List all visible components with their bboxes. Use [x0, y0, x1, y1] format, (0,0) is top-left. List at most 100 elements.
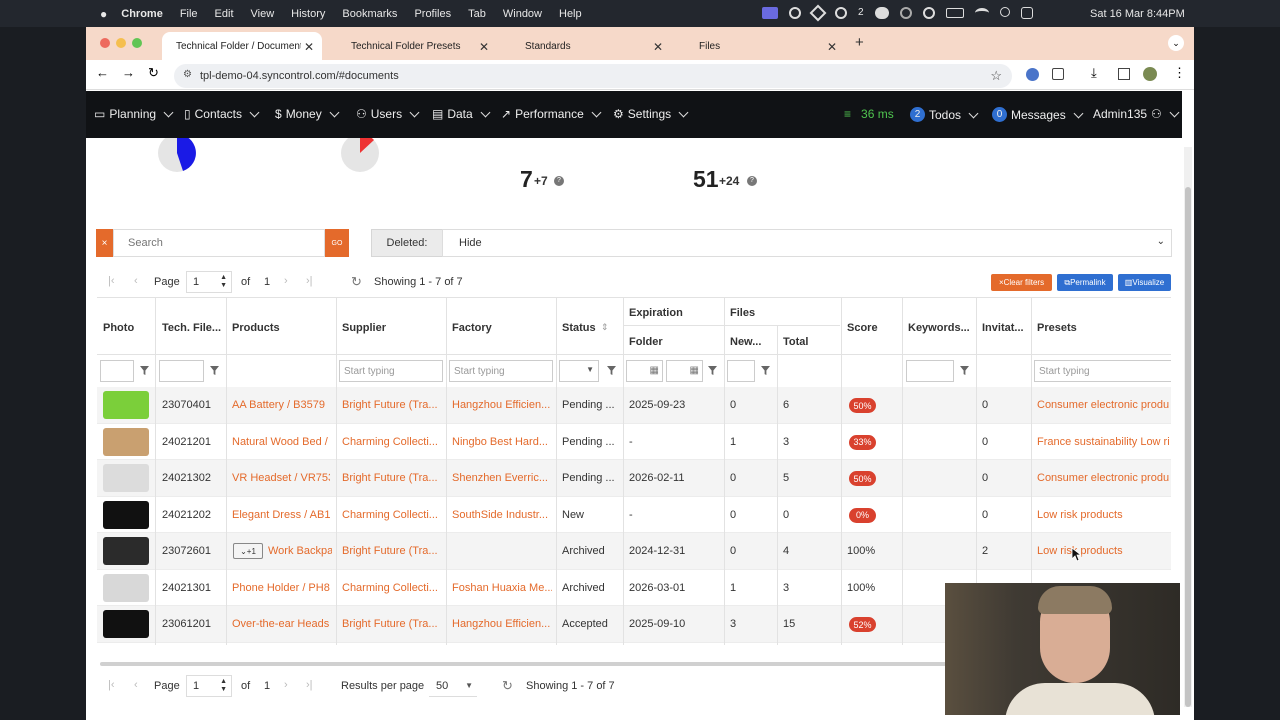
- cell-supplier[interactable]: Charming Collecti...: [342, 582, 442, 594]
- cell-factory[interactable]: Foshan Huaxia Me...: [452, 582, 552, 594]
- nav-users[interactable]: ⚇ Users: [356, 107, 420, 121]
- cell-supplier[interactable]: Charming Collecti...: [342, 436, 442, 448]
- last-page-icon[interactable]: ›|: [306, 275, 313, 287]
- filter-tech-file[interactable]: [159, 360, 204, 382]
- menu-edit[interactable]: Edit: [215, 8, 234, 20]
- filter-icon[interactable]: [960, 366, 969, 375]
- backpack-icon[interactable]: [103, 537, 149, 565]
- screen-icon[interactable]: [762, 7, 778, 19]
- cell-product[interactable]: Over-the-ear Heads: [232, 618, 330, 630]
- tab-standards[interactable]: Standards ✕: [511, 32, 671, 60]
- search-input[interactable]: [113, 229, 325, 257]
- first-page-icon[interactable]: |‹: [108, 275, 115, 287]
- badge-app-icon[interactable]: 2: [858, 7, 864, 19]
- cell-supplier[interactable]: Bright Future (Tra...: [342, 618, 442, 630]
- filter-folder-to[interactable]: ▦: [666, 360, 703, 382]
- cell-product[interactable]: Phone Holder / PH8(: [232, 582, 330, 594]
- bed-icon[interactable]: [103, 427, 149, 456]
- filter-keywords[interactable]: [906, 360, 954, 382]
- results-per-page-select[interactable]: 50 ▼: [429, 675, 477, 697]
- cell-preset[interactable]: Low risk products: [1037, 509, 1171, 521]
- deleted-select[interactable]: Hide ⌄: [442, 229, 1172, 257]
- dropbox-icon[interactable]: [809, 4, 827, 22]
- wifi-icon[interactable]: [974, 8, 989, 18]
- cell-preset[interactable]: France sustainability Low ri: [1037, 436, 1171, 448]
- filter-icon[interactable]: [607, 366, 616, 375]
- table-row[interactable]: 23072601 ⌄ +1 Work Backpa Bright Future (Tr…: [97, 533, 1171, 570]
- first-page-icon[interactable]: |‹: [108, 679, 115, 691]
- window-close-button[interactable]: [100, 38, 110, 48]
- vertical-scrollbar[interactable]: [1184, 147, 1192, 707]
- reload-icon[interactable]: ↻: [148, 65, 159, 81]
- window-minimize-button[interactable]: [116, 38, 126, 48]
- tab-technical-folder-presets[interactable]: Technical Folder Presets ✕: [337, 32, 497, 60]
- nav-user-menu[interactable]: Admin135 ⚇: [1093, 107, 1180, 121]
- sort-icon[interactable]: ⇕: [601, 322, 609, 333]
- side-panel-icon[interactable]: [1118, 68, 1130, 80]
- col-header-presets[interactable]: Presets: [1037, 322, 1077, 334]
- cell-factory[interactable]: Shenzhen Everric...: [452, 472, 552, 484]
- profile-avatar[interactable]: [1143, 67, 1157, 81]
- back-icon[interactable]: ←: [96, 65, 109, 80]
- col-header-invitations[interactable]: Invitat...: [982, 322, 1024, 334]
- bookmark-star-icon[interactable]: ☆: [990, 68, 1002, 84]
- filter-new[interactable]: [727, 360, 755, 382]
- cell-factory[interactable]: Hangzhou Efficien...: [452, 399, 552, 411]
- nav-todos[interactable]: 2 Todos: [910, 107, 979, 122]
- filter-icon[interactable]: [210, 366, 219, 375]
- wechat-icon[interactable]: [874, 7, 889, 19]
- calendar-icon[interactable]: ▦: [650, 365, 659, 376]
- refresh-icon[interactable]: ↻: [502, 678, 513, 694]
- nav-performance[interactable]: ↗ Performance: [501, 107, 602, 121]
- menu-window[interactable]: Window: [503, 8, 542, 20]
- sync-icon[interactable]: [835, 7, 847, 19]
- time-machine-icon[interactable]: [899, 7, 912, 19]
- filter-photo[interactable]: [100, 360, 134, 382]
- cell-factory[interactable]: Hangzhou Efficien...: [452, 618, 552, 630]
- control-center-icon[interactable]: [1020, 7, 1033, 19]
- address-bar[interactable]: ⚙ tpl-demo-04.syncontrol.com/#documents …: [174, 64, 1012, 88]
- cell-supplier[interactable]: Bright Future (Tra...: [342, 545, 442, 557]
- cell-supplier[interactable]: Bright Future (Tra...: [342, 472, 442, 484]
- col-header-folder[interactable]: Folder: [629, 336, 663, 348]
- col-header-files[interactable]: Files: [730, 307, 755, 319]
- refresh-icon[interactable]: ↻: [351, 274, 362, 290]
- help-icon[interactable]: ?: [747, 176, 757, 186]
- cell-supplier[interactable]: Charming Collecti...: [342, 509, 442, 521]
- tab-technical-folder-documents[interactable]: Technical Folder / Documents ✕: [162, 32, 322, 60]
- col-header-factory[interactable]: Factory: [452, 322, 492, 334]
- filter-status[interactable]: ▼: [559, 360, 599, 382]
- cloud-icon[interactable]: [789, 7, 801, 19]
- cell-factory[interactable]: SouthSide Industr...: [452, 509, 552, 521]
- tab-search-icon[interactable]: ⌄: [1168, 35, 1184, 51]
- site-info-icon[interactable]: ⚙: [183, 69, 192, 80]
- forward-icon[interactable]: →: [122, 65, 135, 80]
- col-header-products[interactable]: Products: [232, 322, 280, 334]
- help-icon[interactable]: ?: [554, 176, 564, 186]
- permalink-button[interactable]: ⧉ Permalink: [1057, 274, 1113, 291]
- filter-icon[interactable]: [708, 366, 717, 375]
- col-header-expiration[interactable]: Expiration: [629, 307, 683, 319]
- close-tab-icon[interactable]: ✕: [827, 40, 837, 54]
- table-row[interactable]: 24021202 Elegant Dress / AB1‹ Charming Col…: [97, 496, 1171, 533]
- table-row[interactable]: 23070401 AA Battery / B3579 Bright Future …: [97, 387, 1171, 424]
- col-header-supplier[interactable]: Supplier: [342, 322, 386, 334]
- menu-history[interactable]: History: [291, 8, 325, 20]
- col-header-status[interactable]: Status: [562, 322, 596, 334]
- apple-icon[interactable]: ●: [100, 7, 107, 21]
- cell-product[interactable]: Work Backpa: [268, 545, 332, 557]
- cell-factory[interactable]: Ningbo Best Hard...: [452, 436, 552, 448]
- nav-money[interactable]: $ Money: [275, 107, 340, 121]
- filter-icon[interactable]: [761, 366, 770, 375]
- cell-product[interactable]: AA Battery / B3579: [232, 399, 330, 411]
- nav-data[interactable]: ▤ Data: [432, 107, 491, 121]
- next-page-icon[interactable]: ›: [284, 275, 288, 287]
- col-header-keywords[interactable]: Keywords...: [908, 322, 970, 334]
- menu-app[interactable]: Chrome: [121, 8, 163, 20]
- search-clear-button[interactable]: ×: [96, 229, 113, 257]
- extensions-puzzle-icon[interactable]: [1052, 68, 1064, 80]
- col-header-photo[interactable]: Photo: [103, 322, 134, 334]
- cell-product[interactable]: Natural Wood Bed /: [232, 436, 330, 448]
- col-header-total[interactable]: Total: [783, 336, 808, 348]
- filter-factory[interactable]: Start typing: [449, 360, 553, 382]
